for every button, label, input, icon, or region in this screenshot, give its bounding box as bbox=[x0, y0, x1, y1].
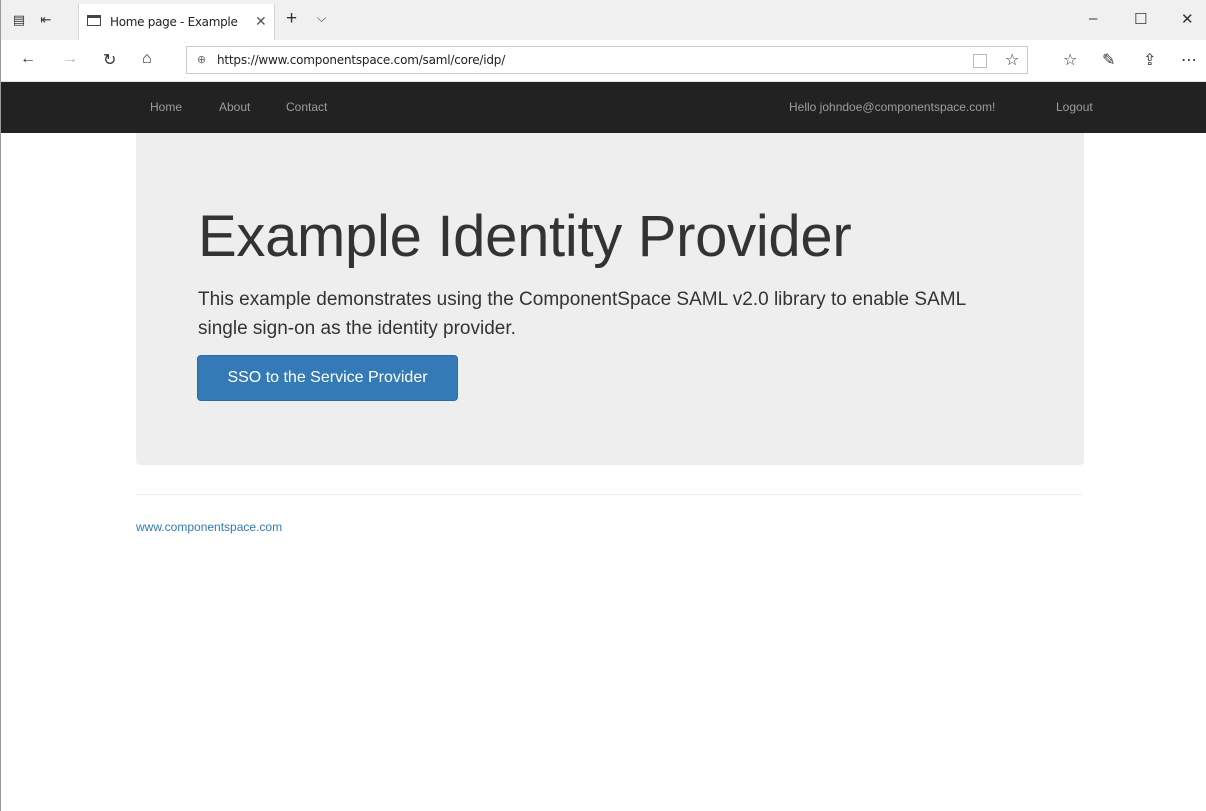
jumbotron: Example Identity Provider This example d… bbox=[136, 133, 1084, 465]
nav-contact-link[interactable]: Contact bbox=[286, 100, 327, 114]
more-icon[interactable]: ⋯ bbox=[1181, 50, 1197, 70]
page-title: Example Identity Provider bbox=[198, 204, 852, 269]
share-icon[interactable]: ⇪ bbox=[1143, 50, 1156, 70]
forward-icon[interactable]: → bbox=[62, 50, 78, 68]
home-icon[interactable]: ⌂ bbox=[142, 50, 152, 68]
nav-about-link[interactable]: About bbox=[219, 100, 250, 114]
site-info-icon[interactable]: ⊕ bbox=[197, 53, 206, 66]
tab-title: Home page - Example I bbox=[110, 15, 240, 29]
nav-home-link[interactable]: Home bbox=[150, 100, 182, 114]
close-window-button[interactable]: ✕ bbox=[1181, 10, 1194, 28]
set-aside-tabs-icon[interactable]: ⇤ bbox=[38, 12, 54, 28]
back-icon[interactable]: ← bbox=[20, 50, 36, 68]
new-tab-button[interactable]: + bbox=[286, 9, 297, 29]
site-navbar: Home About Contact Hello johndoe@compone… bbox=[1, 82, 1206, 133]
close-tab-icon[interactable]: ✕ bbox=[255, 13, 267, 30]
maximize-button[interactable]: ☐ bbox=[1134, 10, 1147, 28]
address-bar[interactable]: ⊕ https://www.componentspace.com/saml/co… bbox=[186, 46, 1028, 74]
address-bar-row: ← → ↻ ⌂ ⊕ https://www.componentspace.com… bbox=[1, 40, 1206, 82]
minimize-button[interactable]: – bbox=[1089, 10, 1097, 27]
favorite-star-icon[interactable]: ☆ bbox=[1005, 50, 1019, 70]
page-icon bbox=[87, 15, 101, 26]
browser-window: ▤ ⇤ Home page - Example I ✕ + ⌵ – ☐ ✕ ← … bbox=[0, 0, 1206, 811]
divider bbox=[136, 494, 1082, 495]
notes-icon[interactable]: ✎ bbox=[1102, 50, 1115, 70]
favorites-icon[interactable]: ☆ bbox=[1063, 50, 1077, 70]
page-description: This example demonstrates using the Comp… bbox=[198, 289, 966, 339]
logout-link[interactable]: Logout bbox=[1056, 100, 1093, 114]
sso-button[interactable]: SSO to the Service Provider bbox=[197, 355, 458, 401]
user-greeting-link[interactable]: Hello johndoe@componentspace.com! bbox=[789, 100, 995, 114]
footer-link[interactable]: www.componentspace.com bbox=[136, 520, 282, 534]
chevron-down-icon[interactable]: ⌵ bbox=[317, 11, 326, 26]
url-text[interactable]: https://www.componentspace.com/saml/core… bbox=[217, 53, 505, 67]
browser-tab[interactable]: Home page - Example I ✕ bbox=[78, 4, 275, 40]
tab-preview-icon[interactable]: ▤ bbox=[11, 12, 27, 28]
refresh-icon[interactable]: ↻ bbox=[103, 50, 116, 70]
reading-view-icon[interactable] bbox=[973, 54, 987, 68]
tab-bar: ▤ ⇤ Home page - Example I ✕ + ⌵ – ☐ ✕ bbox=[1, 0, 1206, 40]
